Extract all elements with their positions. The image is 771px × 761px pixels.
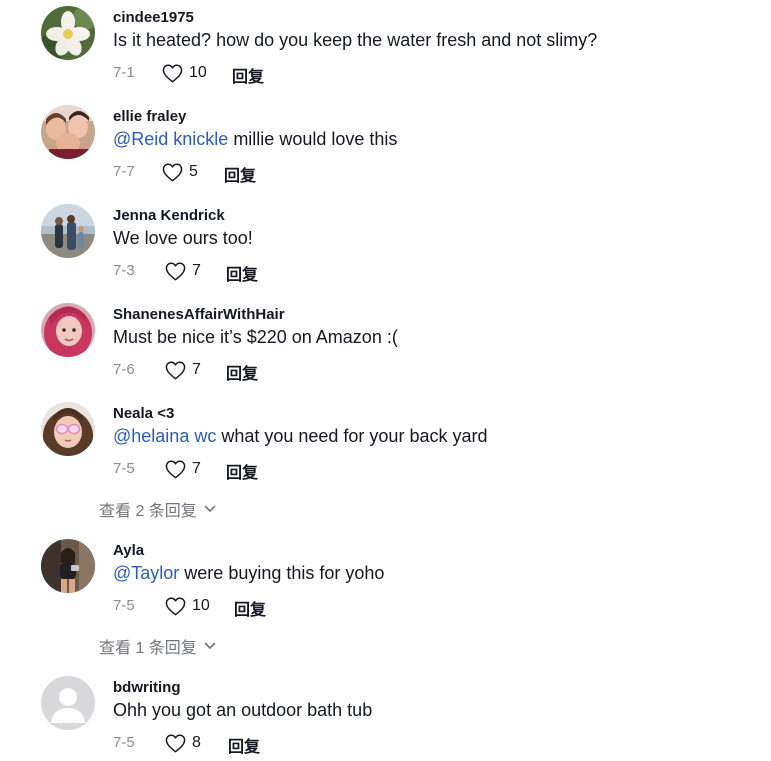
like-button[interactable]: 7 (165, 459, 201, 479)
comment-item: ShanenesAffairWithHair Must be nice it’s… (0, 297, 771, 387)
comment-item: Jenna Kendrick We love ours too! 7-3 7 回… (0, 198, 771, 288)
heart-outline-icon (165, 734, 186, 752)
reply-button[interactable]: 回复 (226, 459, 258, 483)
comment-text: @helaina wc what you need for your back … (113, 426, 487, 447)
comment-date: 7-1 (113, 64, 135, 81)
view-replies-label: 查看 2 条回复 (99, 503, 197, 520)
reply-button[interactable]: 回复 (226, 261, 258, 285)
default-user-avatar-image (41, 676, 95, 730)
reply-button[interactable]: 回复 (228, 733, 260, 757)
comment-meta: 7-5 8 回复 (113, 732, 413, 757)
avatar[interactable] (41, 539, 95, 593)
comment-meta: 7-6 7 回复 (113, 359, 413, 384)
comment-date: 7-3 (113, 262, 135, 279)
comment-meta: 7-5 7 回复 (113, 458, 413, 483)
mirror-selfie-avatar-image (41, 539, 95, 593)
comment-text: @Taylor were buying this for yoho (113, 563, 384, 584)
comment-text: @Reid knickle millie would love this (113, 129, 397, 150)
comment-item: Neala <3 @helaina wc what you need for y… (0, 396, 771, 486)
avatar[interactable] (41, 402, 95, 456)
like-button[interactable]: 8 (165, 733, 201, 753)
comment-body: Must be nice it’s $220 on Amazon :( (113, 327, 398, 347)
heart-outline-icon (165, 361, 186, 379)
reply-button[interactable]: 回复 (234, 596, 266, 620)
like-count: 7 (192, 460, 201, 477)
avatar[interactable] (41, 204, 95, 258)
comment-body: Is it heated? how do you keep the water … (113, 30, 598, 50)
comment-date: 7-5 (113, 597, 135, 614)
comment-body: were buying this for yoho (179, 563, 385, 583)
comment-date: 7-5 (113, 734, 135, 751)
heart-outline-icon (162, 163, 183, 181)
comment-username[interactable]: ShanenesAffairWithHair (113, 306, 285, 323)
avatar[interactable] (41, 105, 95, 159)
comment-username[interactable]: cindee1975 (113, 9, 194, 26)
like-count: 10 (189, 64, 207, 81)
chevron-down-icon (204, 505, 216, 512)
comment-username[interactable]: Ayla (113, 542, 144, 559)
comment-date: 7-5 (113, 460, 135, 477)
like-button[interactable]: 7 (165, 261, 201, 281)
comment-body: Ohh you got an outdoor bath tub (113, 700, 373, 720)
comment-username[interactable]: bdwriting (113, 679, 181, 696)
flower-avatar-image (41, 6, 95, 60)
glasses-face-avatar-image (41, 402, 95, 456)
pink-hair-avatar-image (41, 303, 95, 357)
comment-item: cindee1975 Is it heated? how do you keep… (0, 0, 771, 90)
avatar[interactable] (41, 6, 95, 60)
comment-text: We love ours too! (113, 228, 253, 249)
beach-family-avatar-image (41, 204, 95, 258)
mention-link[interactable]: @Taylor (113, 563, 179, 583)
comment-username[interactable]: Jenna Kendrick (113, 207, 225, 224)
comment-body: We love ours too! (113, 228, 253, 248)
like-count: 8 (192, 734, 201, 751)
comment-list: cindee1975 Is it heated? how do you keep… (0, 0, 771, 761)
heart-outline-icon (162, 64, 183, 82)
like-button[interactable]: 7 (165, 360, 201, 380)
heart-outline-icon (165, 597, 186, 615)
heart-outline-icon (165, 262, 186, 280)
comment-item: ellie fraley @Reid knickle millie would … (0, 99, 771, 189)
comment-meta: 7-3 7 回复 (113, 260, 413, 285)
comment-item: Ayla @Taylor were buying this for yoho 7… (0, 533, 771, 623)
mention-link[interactable]: @helaina wc (113, 426, 216, 446)
comment-item: bdwriting Ohh you got an outdoor bath tu… (0, 670, 771, 760)
view-replies-button[interactable]: 查看 2 条回复 (99, 497, 216, 521)
chevron-down-icon (204, 642, 216, 649)
comment-username[interactable]: Neala <3 (113, 405, 174, 422)
like-button[interactable]: 10 (165, 596, 210, 616)
comment-body: what you need for your back yard (216, 426, 488, 446)
like-count: 7 (192, 262, 201, 279)
reply-button[interactable]: 回复 (224, 162, 256, 186)
comment-meta: 7-5 10 回复 (113, 595, 413, 620)
comment-text: Must be nice it’s $220 on Amazon :( (113, 327, 398, 348)
comment-date: 7-7 (113, 163, 135, 180)
group-selfie-avatar-image (41, 105, 95, 159)
like-count: 7 (192, 361, 201, 378)
avatar[interactable] (41, 676, 95, 730)
view-replies-button[interactable]: 查看 1 条回复 (99, 634, 216, 658)
comment-text: Is it heated? how do you keep the water … (113, 30, 597, 51)
like-button[interactable]: 5 (162, 162, 198, 182)
reply-button[interactable]: 回复 (226, 360, 258, 384)
view-replies-label: 查看 1 条回复 (99, 640, 197, 657)
avatar[interactable] (41, 303, 95, 357)
comment-meta: 7-7 5 回复 (113, 161, 413, 186)
heart-outline-icon (165, 460, 186, 478)
like-button[interactable]: 10 (162, 63, 207, 83)
comment-text: Ohh you got an outdoor bath tub (113, 700, 372, 721)
like-count: 10 (192, 597, 210, 614)
comment-date: 7-6 (113, 361, 135, 378)
comment-meta: 7-1 10 回复 (113, 62, 413, 87)
reply-button[interactable]: 回复 (232, 63, 264, 87)
comment-body: millie would love this (228, 129, 398, 149)
like-count: 5 (189, 163, 198, 180)
comment-username[interactable]: ellie fraley (113, 108, 186, 125)
mention-link[interactable]: @Reid knickle (113, 129, 228, 149)
